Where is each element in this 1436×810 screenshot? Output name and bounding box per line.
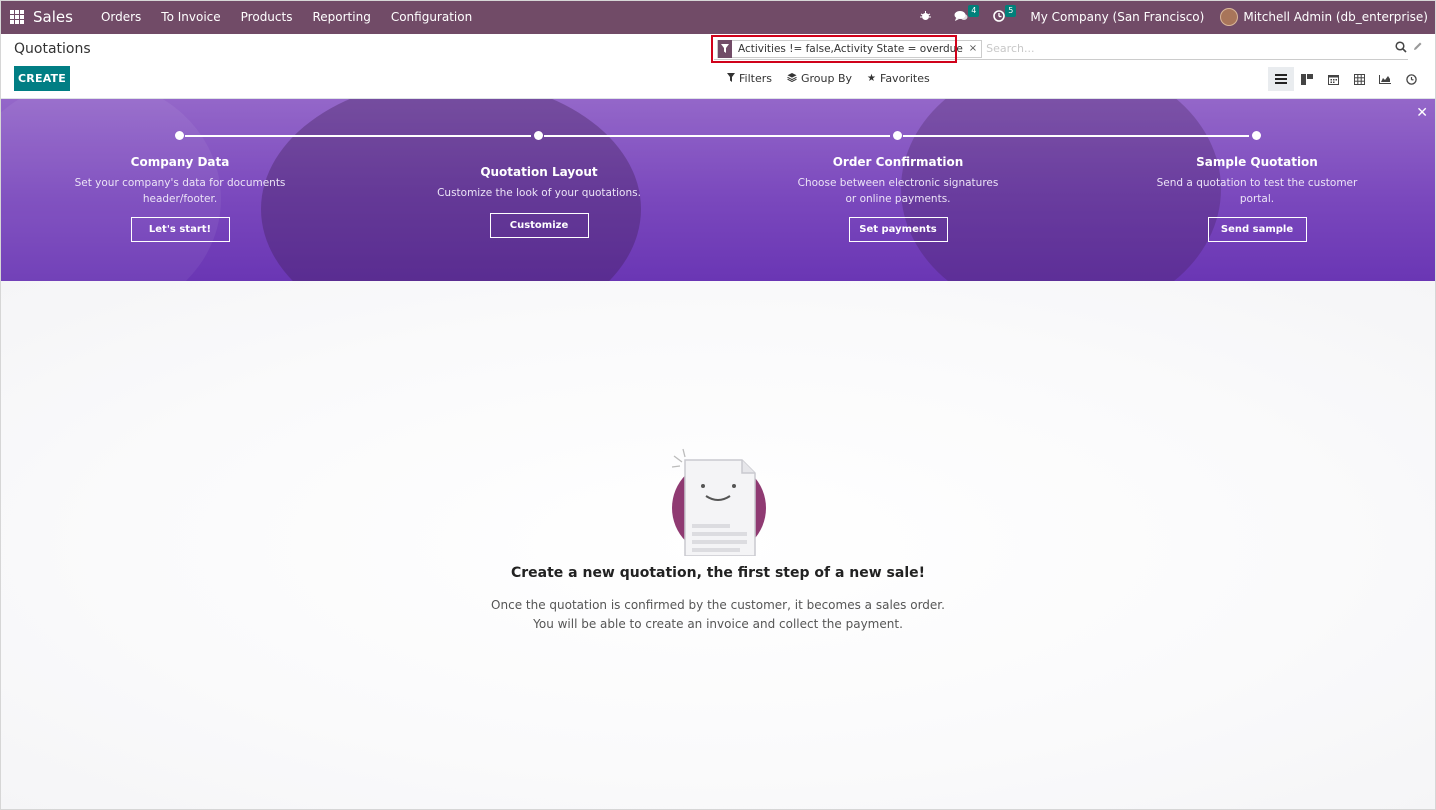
activities-icon[interactable]: 5 xyxy=(993,4,1017,25)
messages-badge: 4 xyxy=(968,4,980,17)
step-dot xyxy=(534,131,543,140)
apps-menu-icon[interactable] xyxy=(10,10,24,24)
empty-state-line: You will be able to create an invoice an… xyxy=(533,617,903,631)
onboarding-banner: Company Data Set your company's data for… xyxy=(1,99,1435,281)
menu-products[interactable]: Products xyxy=(241,10,293,24)
step-title: Quotation Layout xyxy=(480,165,598,179)
step-description: Customize the look of your quotations. xyxy=(437,187,641,199)
debug-icon[interactable] xyxy=(920,10,932,25)
customize-button[interactable]: Customize xyxy=(489,213,589,238)
menu-configuration[interactable]: Configuration xyxy=(391,10,472,24)
step-description: Choose between electronic signatures xyxy=(797,177,999,189)
create-button[interactable]: CREATE xyxy=(14,66,70,91)
step-description: Send a quotation to test the customer xyxy=(1156,177,1358,189)
menu-reporting[interactable]: Reporting xyxy=(312,10,370,24)
step-dot xyxy=(893,131,902,140)
layers-icon xyxy=(787,72,797,85)
messages-icon[interactable]: 4 xyxy=(954,4,980,25)
step-sample-quotation: Sample Quotation Send a quotation to tes… xyxy=(1137,155,1377,242)
calendar-view-icon[interactable] xyxy=(1320,67,1346,91)
filters-button[interactable]: Filters xyxy=(727,72,772,85)
empty-state-line: Once the quotation is confirmed by the c… xyxy=(491,598,945,612)
pivot-view-icon[interactable] xyxy=(1346,67,1372,91)
group-by-button[interactable]: Group By xyxy=(787,72,852,85)
send-sample-button[interactable]: Send sample xyxy=(1207,217,1307,242)
lets-start-button[interactable]: Let's start! xyxy=(130,217,230,242)
search-options: Filters Group By ★ Favorites xyxy=(727,72,945,85)
star-icon: ★ xyxy=(867,73,876,84)
empty-quotation-illustration xyxy=(670,446,770,557)
view-switcher xyxy=(1268,67,1424,91)
favorites-label: Favorites xyxy=(880,72,930,85)
pencil-icon[interactable] xyxy=(1413,41,1423,54)
step-description: header/footer. xyxy=(142,193,218,205)
facet-highlight-box xyxy=(711,35,957,63)
company-switcher[interactable]: My Company (San Francisco) xyxy=(1030,10,1204,24)
list-view-icon[interactable] xyxy=(1268,67,1294,91)
activity-view-icon[interactable] xyxy=(1398,67,1424,91)
search-input[interactable] xyxy=(986,42,1407,55)
graph-view-icon[interactable] xyxy=(1372,67,1398,91)
menu-to-invoice[interactable]: To Invoice xyxy=(161,10,220,24)
step-description: portal. xyxy=(1239,193,1275,205)
step-title: Company Data xyxy=(130,155,230,169)
menu-orders[interactable]: Orders xyxy=(101,10,141,24)
empty-state-description: Once the quotation is confirmed by the c… xyxy=(0,596,1436,634)
facet-remove-icon[interactable]: × xyxy=(969,43,981,54)
user-menu[interactable]: Mitchell Admin (db_enterprise) xyxy=(1243,10,1428,24)
progress-line xyxy=(185,135,531,137)
step-title: Sample Quotation xyxy=(1196,155,1318,169)
step-dot xyxy=(175,131,184,140)
step-description: Set your company's data for documents xyxy=(74,177,286,189)
group-by-label: Group By xyxy=(800,72,853,85)
page-title[interactable]: Quotations xyxy=(14,41,91,57)
step-dot xyxy=(1252,131,1261,140)
filter-icon xyxy=(727,72,735,85)
filters-label: Filters xyxy=(739,72,772,85)
step-company-data: Company Data Set your company's data for… xyxy=(60,155,300,242)
app-name[interactable]: Sales xyxy=(33,8,73,26)
set-payments-button[interactable]: Set payments xyxy=(848,217,948,242)
step-order-confirmation: Order Confirmation Choose between electr… xyxy=(778,155,1018,242)
progress-line xyxy=(903,135,1249,137)
close-icon[interactable]: ✕ xyxy=(1416,105,1428,121)
step-title: Order Confirmation xyxy=(832,155,964,169)
kanban-view-icon[interactable] xyxy=(1294,67,1320,91)
top-navbar: Sales Orders To Invoice Products Reporti… xyxy=(0,0,1436,34)
progress-line xyxy=(544,135,890,137)
step-quotation-layout: Quotation Layout Customize the look of y… xyxy=(419,165,659,238)
step-description: or online payments. xyxy=(845,193,951,205)
search-icon[interactable] xyxy=(1395,41,1407,53)
avatar[interactable] xyxy=(1220,8,1239,26)
favorites-button[interactable]: ★ Favorites xyxy=(867,72,930,85)
empty-state-title: Create a new quotation, the first step o… xyxy=(510,565,926,581)
activities-badge: 5 xyxy=(1005,4,1017,17)
